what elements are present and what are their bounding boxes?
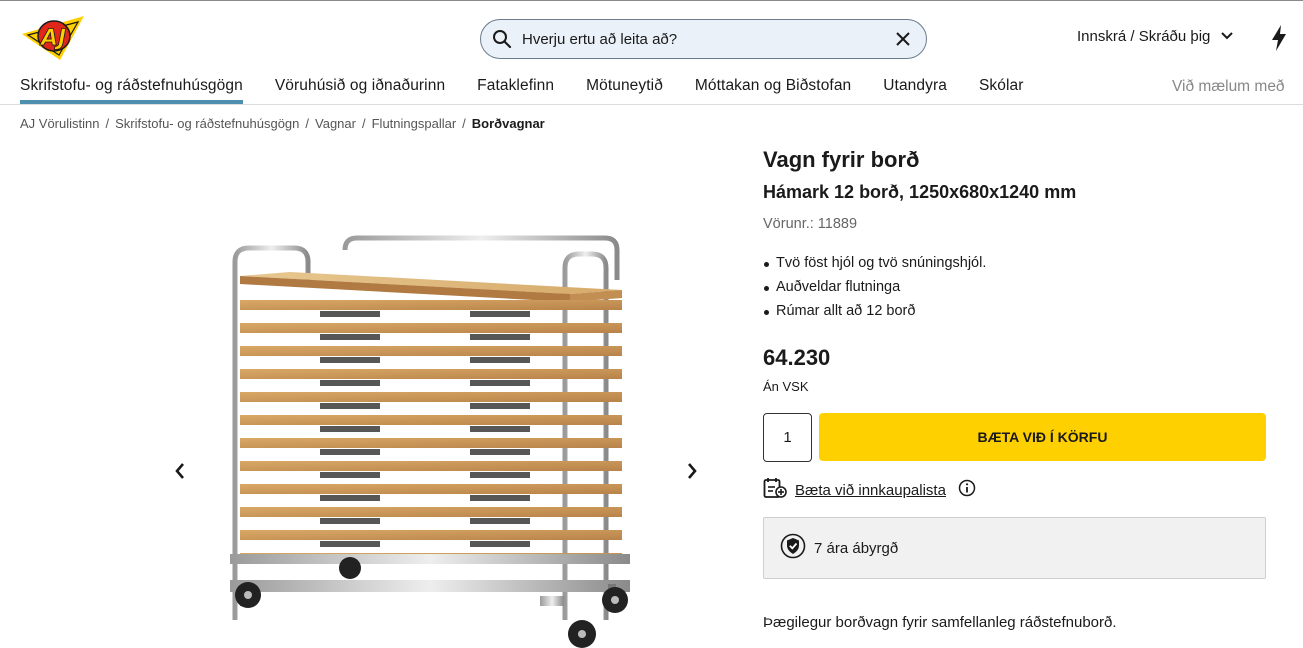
aj-logo[interactable]: AJ: [20, 14, 86, 64]
add-to-list[interactable]: Bæta við innkaupalista: [763, 477, 976, 503]
breadcrumb-link[interactable]: Flutningspallar: [372, 116, 457, 131]
wishlist-link[interactable]: Bæta við innkaupalista: [795, 482, 946, 499]
feature-item: Tvö föst hjól og tvö snúningshjól.: [763, 255, 986, 279]
search-icon[interactable]: [491, 28, 513, 50]
svg-text:AJ: AJ: [39, 26, 66, 51]
breadcrumb-link[interactable]: Vagnar: [315, 116, 356, 131]
nav-item-office-furniture[interactable]: Skrifstofu- og ráðstefnuhúsgögn: [20, 77, 243, 104]
gallery-next-icon[interactable]: [680, 459, 704, 483]
warranty-box: 7 ára ábyrgð: [763, 517, 1266, 579]
breadcrumb-link[interactable]: AJ Vörulistinn: [20, 116, 99, 131]
breadcrumb-link[interactable]: Skrifstofu- og ráðstefnuhúsgögn: [115, 116, 299, 131]
nav-divider: [0, 104, 1303, 105]
lightning-icon[interactable]: [1268, 24, 1290, 52]
product-price: 64.230: [763, 345, 831, 370]
breadcrumb: AJ Vörulistinn / Skrifstofu- og ráðstefnu…: [20, 116, 545, 131]
nav-item-warehouse[interactable]: Vöruhúsið og iðnaðurinn: [275, 77, 445, 104]
login-menu[interactable]: Innskrá / Skráðu þig: [1077, 28, 1234, 45]
main-nav: Skrifstofu- og ráðstefnuhúsgögn Vöruhúsi…: [20, 77, 1056, 104]
product-title: Vagn fyrir borð: [763, 147, 920, 172]
nav-item-cloakroom[interactable]: Fataklefinn: [477, 77, 554, 104]
product-sku: Vörunr.: 11889: [763, 216, 858, 232]
nav-item-canteen[interactable]: Mötuneytið: [586, 77, 663, 104]
nav-item-schools[interactable]: Skólar: [979, 77, 1024, 104]
info-icon[interactable]: [958, 479, 976, 501]
feature-list: Tvö föst hjól og tvö snúningshjól. Auðve…: [763, 255, 986, 327]
product-description: Þægilegur borðvagn fyrir samfellanleg rá…: [763, 614, 1117, 631]
gallery-prev-icon[interactable]: [168, 459, 192, 483]
nav-item-reception[interactable]: Móttakan og Biðstofan: [695, 77, 851, 104]
search-input[interactable]: Hverju ertu að leita að?: [522, 31, 892, 48]
clear-search-icon[interactable]: [892, 28, 914, 50]
add-to-cart-button[interactable]: BÆTA VIÐ Í KÖRFU: [819, 413, 1266, 461]
product-image[interactable]: [160, 150, 720, 648]
breadcrumb-separator: /: [305, 116, 310, 131]
list-add-icon[interactable]: [763, 477, 787, 503]
feature-item: Auðveldar flutninga: [763, 279, 986, 303]
nav-item-recommended[interactable]: Við mælum með: [1172, 78, 1285, 96]
login-label[interactable]: Innskrá / Skráðu þig: [1077, 28, 1210, 45]
breadcrumb-separator: /: [462, 116, 466, 131]
nav-item-outdoor[interactable]: Utandyra: [883, 77, 947, 104]
chevron-down-icon[interactable]: [1220, 28, 1234, 45]
breadcrumb-separator: /: [105, 116, 110, 131]
warranty-label: 7 ára ábyrgð: [814, 539, 899, 557]
quantity-input[interactable]: 1: [763, 413, 812, 462]
shield-check-icon: [780, 533, 806, 563]
search-bar[interactable]: Hverju ertu að leita að?: [480, 19, 927, 59]
product-subtitle: Hámark 12 borð, 1250x680x1240 mm: [763, 182, 1077, 202]
feature-item: Rúmar allt að 12 borð: [763, 303, 986, 327]
breadcrumb-separator: /: [361, 116, 366, 131]
top-border: [0, 0, 1303, 1]
breadcrumb-current: Borðvagnar: [471, 116, 545, 131]
vat-note: Án VSK: [763, 379, 809, 394]
